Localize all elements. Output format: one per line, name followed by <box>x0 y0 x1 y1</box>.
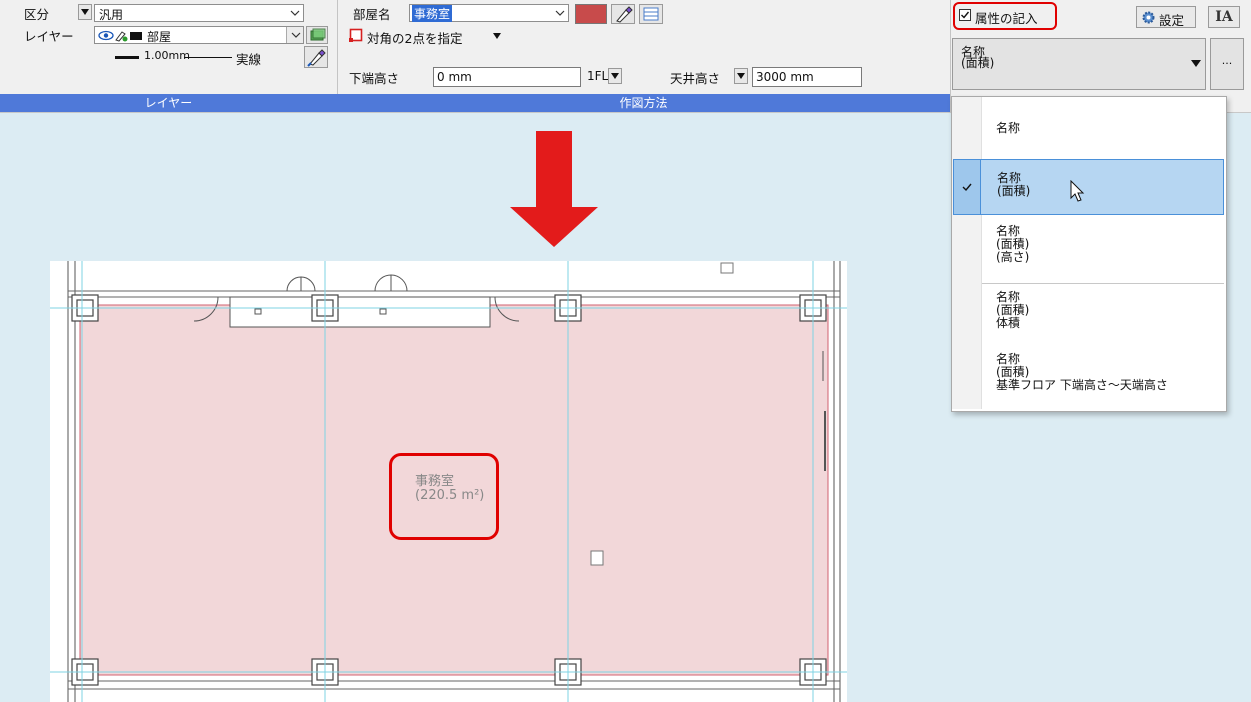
triangle-down-icon <box>737 73 745 79</box>
big-red-down-arrow-icon <box>510 131 598 247</box>
dropdown-option[interactable]: 名称 (面積) 体積 <box>952 285 1222 347</box>
dropdown-option-label: 名称 (面積) 体積 <box>996 290 1030 330</box>
method-dropdown-button[interactable] <box>491 28 507 44</box>
ceiling-height-input[interactable]: 3000 mm <box>752 67 862 87</box>
settings-button[interactable]: 設定 <box>1136 6 1196 28</box>
drawing-method-group: 部屋名 事務室 対角の2点を指定 下端高さ 0 mm 1FL 天井高さ 3000… <box>337 0 951 112</box>
dropdown-option-label: 名称 (面積) 基準フロア 下端高さ～天端高さ <box>996 352 1168 392</box>
mouse-cursor-icon <box>1070 180 1085 202</box>
bottom-height-label: 下端高さ <box>349 71 400 86</box>
ceiling-height-label: 天井高さ <box>670 71 721 86</box>
dropdown-option[interactable]: 名称 (面積) (高さ) <box>952 217 1222 283</box>
eyedropper-icon <box>616 6 633 23</box>
drawing-method-group-label: 作図方法 <box>337 94 950 112</box>
line-width-value: 1.00mm <box>144 49 190 62</box>
kubun-toggle-button[interactable] <box>78 4 92 20</box>
layer-manager-button[interactable] <box>306 26 328 44</box>
dropdown-separator <box>982 283 1224 284</box>
room-label: 事務室 <box>415 474 455 489</box>
gear-icon <box>1142 11 1155 24</box>
floor-plan-canvas[interactable]: 事務室 (220.5 m²) <box>50 261 847 702</box>
triangle-down-icon <box>1191 60 1201 67</box>
ceiling-dropdown-button[interactable] <box>734 68 748 84</box>
line-width-sample <box>115 56 139 59</box>
dropdown-option[interactable]: 名称 <box>952 97 1222 159</box>
format-select[interactable]: 名称 (面積) <box>952 38 1206 90</box>
line-type-sample <box>184 57 232 58</box>
check-icon <box>962 183 972 192</box>
format-dropdown-list: 名称 名称 (面積) 名称 (面積) (高さ) 名称 (面積) 体積 名称 (面… <box>951 96 1227 412</box>
triangle-down-icon <box>493 33 501 39</box>
layer-select-value: 部屋 <box>147 30 172 44</box>
room-name-value: 事務室 <box>412 5 453 22</box>
format-more-button[interactable]: ... <box>1210 38 1244 90</box>
dropdown-option-selected[interactable]: 名称 (面積) <box>953 159 1224 215</box>
room-name-select[interactable]: 事務室 <box>409 4 569 22</box>
layer-label: レイヤー <box>24 29 74 44</box>
dropdown-option-label: 名称 (面積) <box>997 171 1031 198</box>
layer-group: 区分 汎用 レイヤー 部屋 1.00mm 実線 レイヤー <box>0 0 338 112</box>
chevron-down-icon <box>291 32 301 38</box>
chevron-down-icon <box>290 10 300 16</box>
triangle-down-icon <box>611 73 619 79</box>
kubun-select-value: 汎用 <box>99 8 124 22</box>
check-icon <box>961 11 970 19</box>
format-select-value: 名称 (面積) <box>961 45 995 70</box>
kubun-select[interactable]: 汎用 <box>94 4 304 22</box>
room-list-button[interactable] <box>639 4 663 24</box>
room-name-label: 部屋名 <box>353 7 391 22</box>
table-list-icon <box>643 7 659 21</box>
room-color-swatch[interactable] <box>575 4 607 24</box>
eyedropper-icon <box>307 49 326 67</box>
diagonal-rect-icon <box>349 28 363 42</box>
attr-checkbox[interactable] <box>959 9 971 21</box>
layer-stack-icon <box>310 28 326 41</box>
kubun-label: 区分 <box>24 7 50 22</box>
floor-dropdown-button[interactable] <box>608 68 622 84</box>
settings-label: 設定 <box>1159 13 1185 28</box>
dropdown-option-label: 名称 <box>996 121 1021 135</box>
triangle-down-icon <box>81 9 89 15</box>
attr-checkbox-label[interactable]: 属性の記入 <box>975 8 1038 27</box>
room-eyedropper-button[interactable] <box>611 4 635 24</box>
layer-select[interactable]: 部屋 <box>94 26 304 44</box>
dropdown-option-label: 名称 (面積) (高さ) <box>996 224 1030 264</box>
diagonal-method-label[interactable]: 対角の2点を指定 <box>367 28 462 47</box>
layer-status-icons <box>98 30 142 42</box>
line-type-value: 実線 <box>236 52 262 67</box>
layer-eyedropper-button[interactable] <box>304 46 328 68</box>
dropdown-option[interactable]: 名称 (面積) 基準フロア 下端高さ～天端高さ <box>952 347 1222 409</box>
room-area-label: (220.5 m²) <box>415 488 485 503</box>
floor-label: 1FL <box>587 69 609 83</box>
layer-group-label: レイヤー <box>0 94 337 112</box>
ia-text-button[interactable]: IA <box>1208 6 1240 28</box>
selected-check-cell <box>954 160 981 214</box>
layer-dropdown-button[interactable] <box>286 27 303 43</box>
bottom-height-input[interactable]: 0 mm <box>433 67 581 87</box>
chevron-down-icon <box>555 10 565 16</box>
